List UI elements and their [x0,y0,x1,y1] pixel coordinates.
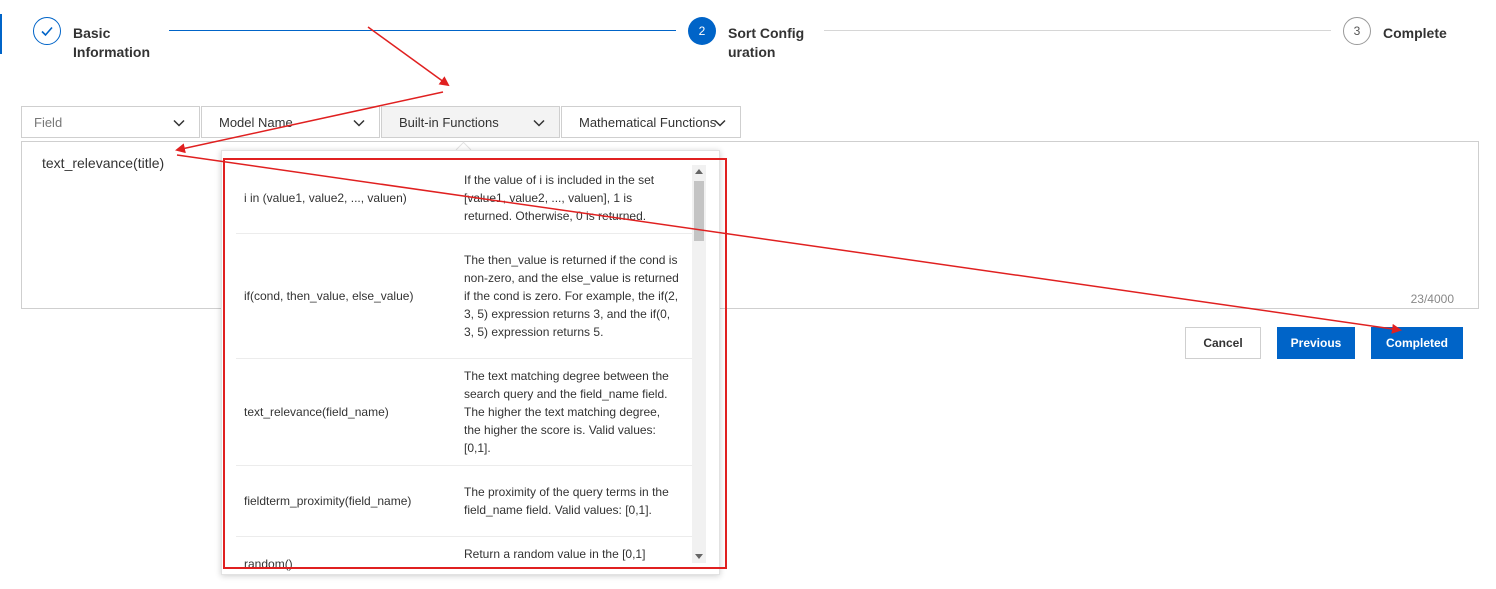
nav-accent-bar [0,14,2,54]
step-1-label: Basic Information [73,25,150,60]
step-2-indicator: 2 [688,17,716,45]
chevron-down-icon [533,119,545,127]
cancel-button[interactable]: Cancel [1185,327,1261,359]
popup-scrollbar[interactable] [692,165,706,563]
math-functions-select-label: Mathematical Functions [579,114,717,130]
chevron-down-icon [353,119,365,127]
builtin-functions-popup: i in (value1, value2, ..., valuen) If th… [221,150,720,575]
previous-button[interactable]: Previous [1277,327,1355,359]
function-name: if(cond, then_value, else_value) [244,289,414,303]
builtin-functions-select[interactable]: Built-in Functions [381,106,560,138]
expression-text[interactable]: text_relevance(title) [42,155,164,171]
scroll-down-arrow-icon[interactable] [695,554,703,559]
step-2-label: Sort Configuration [728,25,805,60]
completed-button[interactable]: Completed [1371,327,1463,359]
function-option[interactable]: fieldterm_proximity(field_name) The prox… [236,466,692,537]
field-select-placeholder: Field [34,114,63,130]
model-name-select-label: Model Name [219,114,293,130]
model-name-select[interactable]: Model Name [201,106,380,138]
function-list: i in (value1, value2, ..., valuen) If th… [236,163,692,574]
step-3-indicator: 3 [1343,17,1371,45]
function-description: The proximity of the query terms in the … [464,485,669,517]
step-3-label: Complete [1383,25,1447,41]
checkmark-icon [41,26,53,37]
annotation-arrow-1 [367,26,450,87]
function-name: fieldterm_proximity(field_name) [244,494,412,508]
function-description: The then_value is returned if the cond i… [464,253,679,339]
scrollbar-thumb[interactable] [694,181,704,241]
function-option[interactable]: text_relevance(field_name) The text matc… [236,359,692,466]
character-counter: 23/4000 [1410,292,1454,306]
function-name: i in (value1, value2, ..., valuen) [244,191,407,205]
step-connector-1 [169,30,676,31]
function-option[interactable]: random() Return a random value in the [0… [236,537,692,574]
function-description: The text matching degree between the sea… [464,369,669,455]
function-name: text_relevance(field_name) [244,405,389,419]
function-option[interactable]: i in (value1, value2, ..., valuen) If th… [236,163,692,234]
scroll-up-arrow-icon[interactable] [695,169,703,174]
function-description: Return a random value in the [0,1] [464,547,646,561]
chevron-down-icon [173,119,185,127]
chevron-down-icon [714,119,726,127]
step-connector-2 [824,30,1331,31]
field-select[interactable]: Field [21,106,200,138]
function-description: If the value of i is included in the set… [464,173,655,223]
step-1-done-indicator [33,17,61,45]
math-functions-select[interactable]: Mathematical Functions [561,106,741,138]
function-name: random() [244,557,293,571]
function-option[interactable]: if(cond, then_value, else_value) The the… [236,234,692,359]
builtin-functions-select-label: Built-in Functions [399,114,499,130]
